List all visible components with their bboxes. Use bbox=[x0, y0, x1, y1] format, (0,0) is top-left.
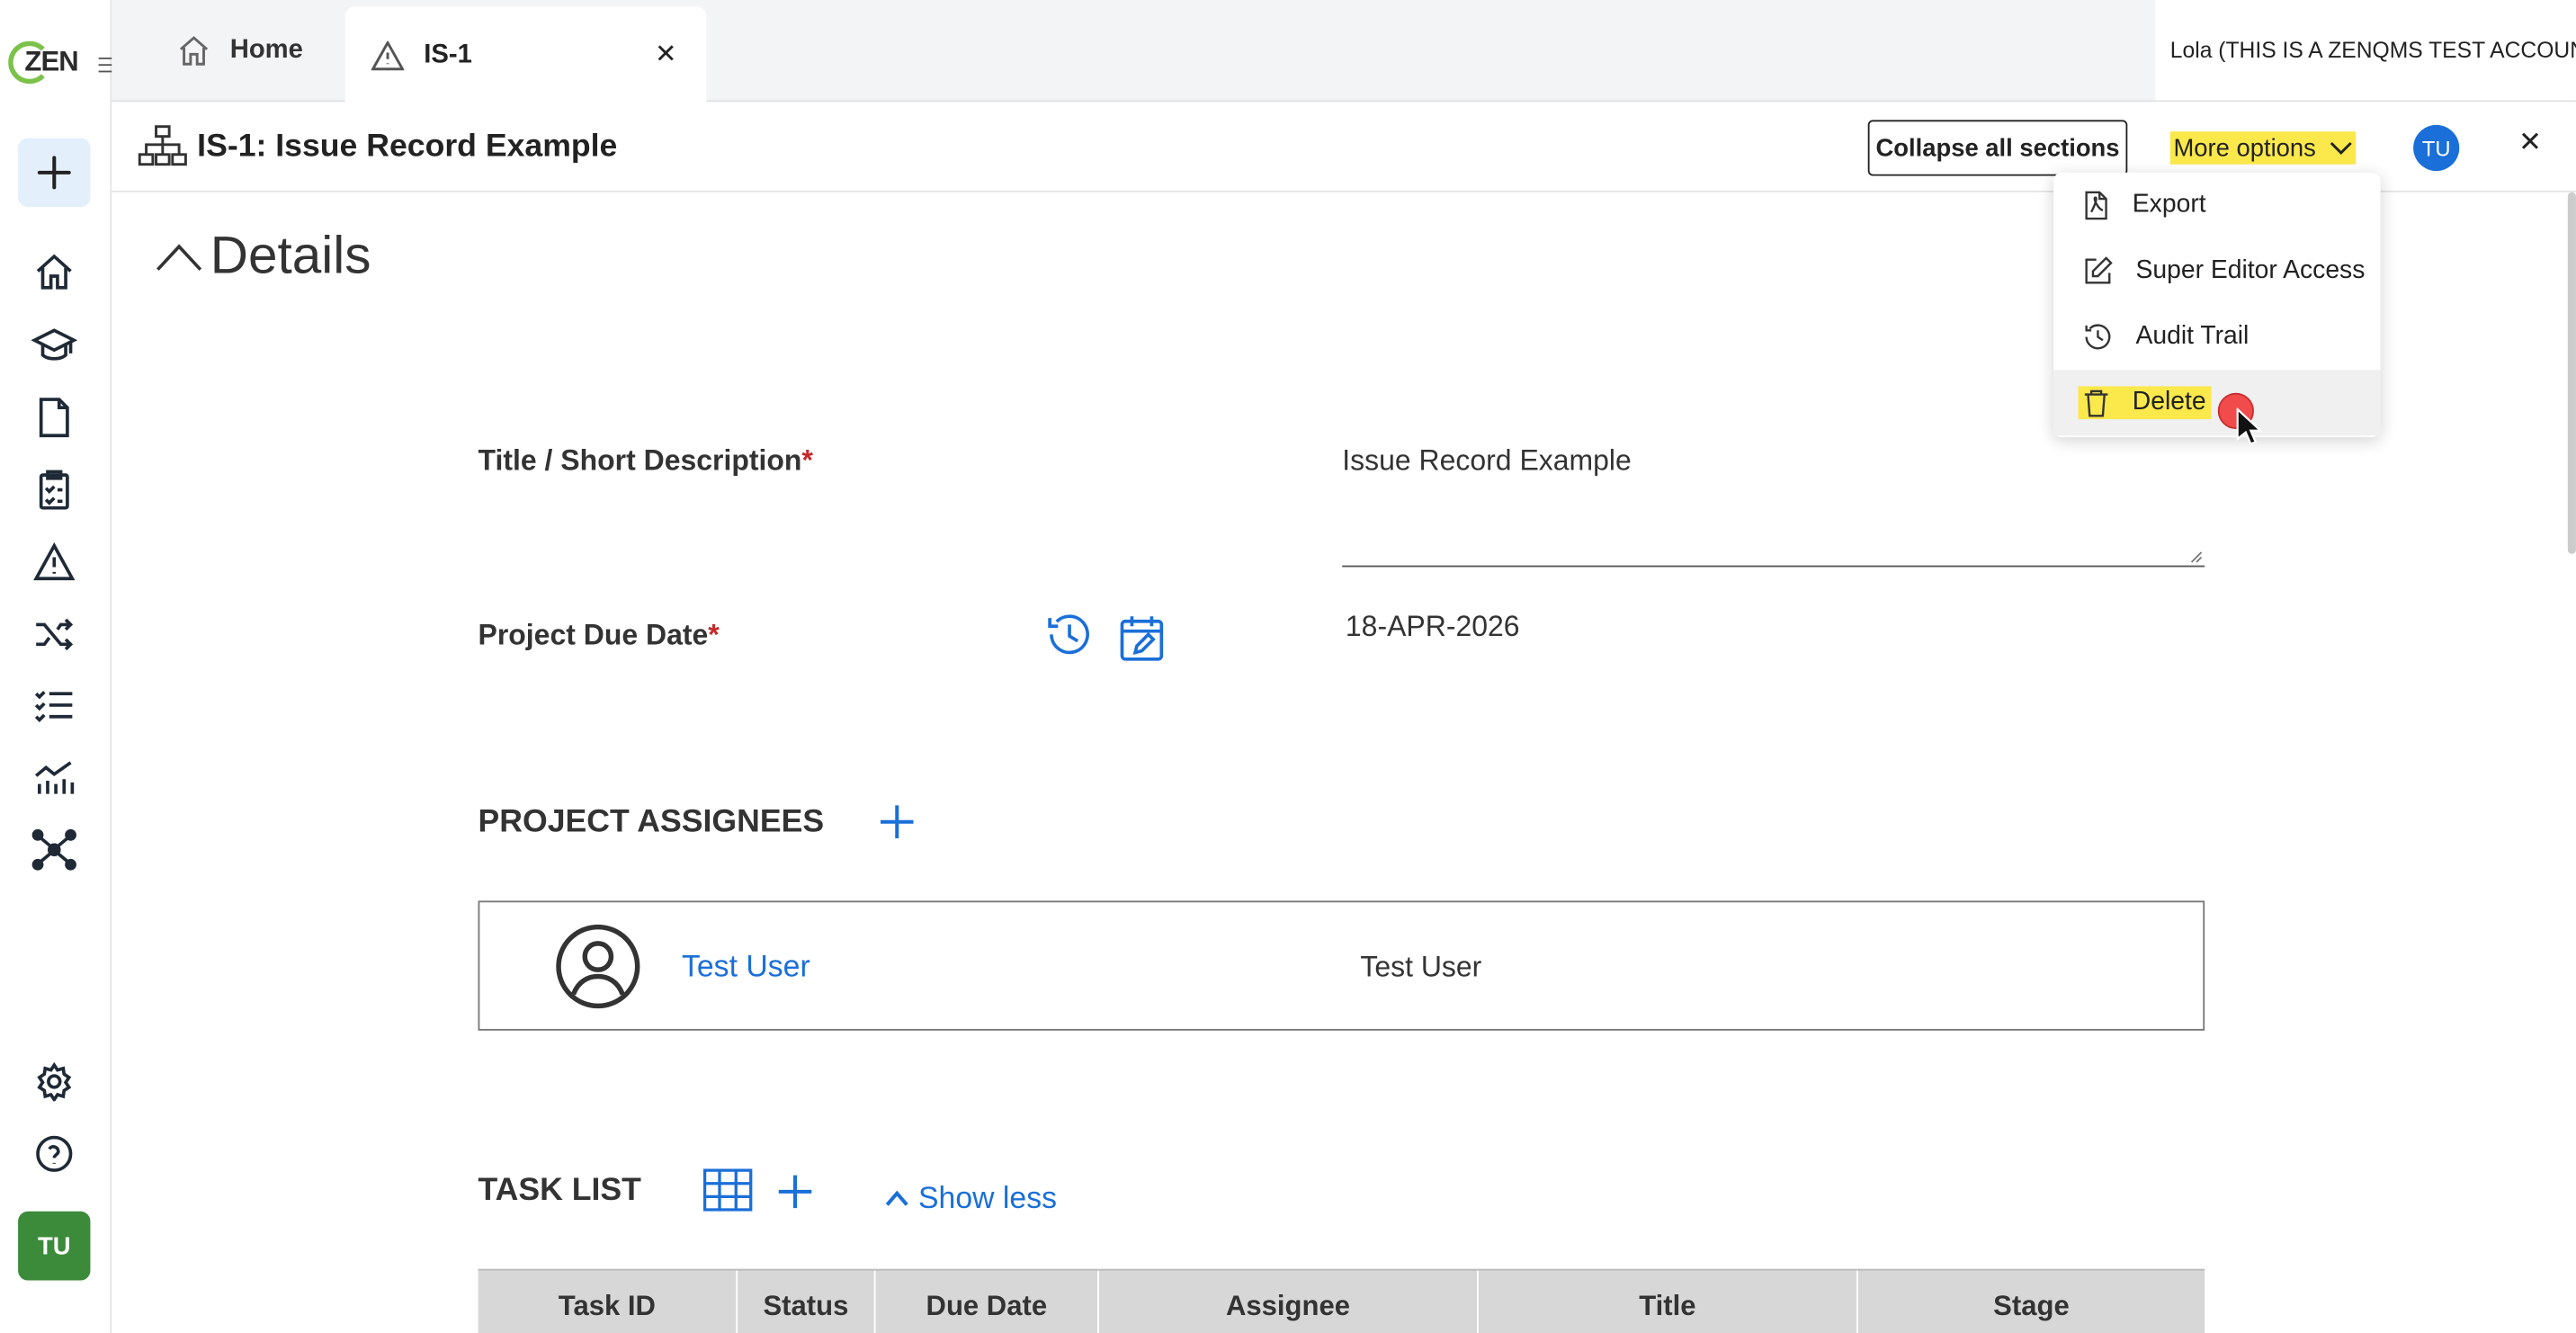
zen-logo[interactable]: ZEN bbox=[8, 40, 79, 89]
warning-icon bbox=[33, 542, 76, 581]
add-task-icon[interactable] bbox=[775, 1172, 815, 1212]
chart-icon bbox=[35, 761, 75, 794]
shuffle-icon bbox=[36, 618, 74, 651]
sidebar-item-reports[interactable] bbox=[31, 755, 77, 801]
sidebar-item-issues[interactable] bbox=[31, 539, 77, 585]
account-label: Lola (THIS IS A ZENQMS TEST ACCOUNT) bbox=[2155, 0, 2576, 103]
chevron-down-icon bbox=[2330, 141, 2352, 156]
close-tab-icon[interactable]: ✕ bbox=[655, 38, 676, 71]
edit-calendar-icon[interactable] bbox=[1119, 613, 1165, 663]
tab-home[interactable]: Home bbox=[177, 26, 303, 76]
sidebar-item-training[interactable] bbox=[31, 322, 77, 368]
add-assignee-icon[interactable] bbox=[877, 802, 917, 842]
sidebar-item-checklists[interactable] bbox=[31, 467, 77, 513]
help-icon bbox=[36, 1135, 73, 1172]
resize-handle-icon[interactable] bbox=[2190, 550, 2204, 564]
show-less-button[interactable]: Show less bbox=[885, 1180, 1057, 1216]
content-scrollbar[interactable] bbox=[2567, 192, 2576, 554]
column-header-task-id[interactable]: Task ID bbox=[479, 1270, 738, 1333]
column-header-status[interactable]: Status bbox=[738, 1270, 876, 1333]
column-header-title[interactable]: Title bbox=[1479, 1270, 1858, 1333]
title-textarea[interactable]: Issue Record Example bbox=[1342, 424, 2205, 568]
plus-icon bbox=[37, 156, 71, 190]
chevron-up-icon bbox=[157, 243, 202, 271]
user-circle-icon bbox=[556, 924, 640, 1009]
show-less-label: Show less bbox=[918, 1180, 1058, 1215]
checklist-icon bbox=[34, 691, 73, 722]
menu-item-audit-trail-label: Audit Trail bbox=[2135, 322, 2250, 351]
history-icon bbox=[2085, 324, 2111, 350]
assignee-link[interactable]: Test User bbox=[682, 948, 810, 984]
close-record-icon[interactable]: ✕ bbox=[2518, 127, 2542, 160]
assignee-name: Test User bbox=[1360, 950, 1482, 983]
more-options-menu: Export Super Editor Access Audit Trail D… bbox=[2053, 172, 2381, 438]
sidebar-item-settings[interactable] bbox=[31, 1059, 77, 1105]
menu-item-export-label: Export bbox=[2132, 190, 2206, 219]
document-icon bbox=[39, 398, 69, 438]
pdf-file-icon bbox=[2085, 191, 2107, 220]
menu-item-super-editor-access[interactable]: Super Editor Access bbox=[2053, 238, 2380, 304]
menu-item-export[interactable]: Export bbox=[2053, 173, 2380, 238]
menu-item-delete[interactable]: Delete bbox=[2053, 370, 2381, 436]
trash-icon bbox=[2084, 389, 2108, 417]
due-date-field-label: Project Due Date* bbox=[478, 618, 720, 651]
warning-icon bbox=[371, 40, 405, 70]
menu-item-super-editor-label: Super Editor Access bbox=[2135, 256, 2366, 285]
mouse-cursor-icon bbox=[2236, 407, 2263, 445]
history-icon[interactable] bbox=[1045, 610, 1095, 659]
column-header-due-date[interactable]: Due Date bbox=[876, 1270, 1099, 1333]
more-options-button[interactable]: More options bbox=[2169, 131, 2356, 165]
hierarchy-icon[interactable] bbox=[138, 125, 187, 168]
home-icon bbox=[179, 36, 209, 66]
table-view-icon[interactable] bbox=[702, 1168, 753, 1212]
clipboard-check-icon bbox=[39, 470, 69, 510]
page-title: IS-1: Issue Record Example bbox=[197, 128, 618, 165]
create-new-button[interactable] bbox=[18, 138, 91, 208]
sidebar-item-tasks[interactable] bbox=[31, 682, 77, 728]
due-date-value[interactable]: 18-APR-2026 bbox=[1346, 610, 1520, 644]
details-section-toggle[interactable]: Details bbox=[155, 225, 371, 286]
sidebar-item-network[interactable] bbox=[31, 827, 77, 872]
assignee-row: Test User Test User bbox=[478, 900, 2205, 1031]
details-heading: Details bbox=[210, 225, 371, 285]
task-table-header: Task ID Status Due Date Assignee Title S… bbox=[478, 1268, 2205, 1333]
gear-icon bbox=[37, 1061, 72, 1102]
tab-bar: Home IS-1 ✕ bbox=[112, 0, 2156, 104]
title-value: Issue Record Example bbox=[1342, 443, 1632, 477]
title-field-label: Title / Short Description* bbox=[478, 443, 813, 477]
left-sidebar: ZEN TU bbox=[0, 0, 117, 1333]
home-icon bbox=[36, 254, 72, 290]
menu-item-delete-label: Delete bbox=[2132, 388, 2206, 416]
column-header-assignee[interactable]: Assignee bbox=[1099, 1270, 1479, 1333]
sidebar-item-documents[interactable] bbox=[31, 395, 77, 441]
tab-is-1[interactable]: IS-1 ✕ bbox=[344, 6, 707, 104]
task-list-heading: TASK LIST bbox=[478, 1171, 641, 1209]
tab-home-label: Home bbox=[229, 36, 303, 65]
menu-item-audit-trail[interactable]: Audit Trail bbox=[2053, 304, 2380, 370]
project-assignees-heading: PROJECT ASSIGNEES bbox=[478, 803, 825, 840]
tab-is-1-label: IS-1 bbox=[424, 40, 472, 68]
collapse-all-sections-button[interactable]: Collapse all sections bbox=[1867, 120, 2128, 176]
sidebar-item-changes[interactable] bbox=[31, 612, 77, 658]
more-options-label: More options bbox=[2173, 133, 2316, 162]
graduation-cap-icon bbox=[31, 328, 77, 361]
edit-icon bbox=[2085, 256, 2113, 284]
sidebar-item-help[interactable] bbox=[31, 1131, 77, 1176]
sidebar-item-home[interactable] bbox=[31, 250, 77, 296]
user-badge[interactable]: TU bbox=[2413, 124, 2460, 172]
column-header-stage[interactable]: Stage bbox=[1858, 1271, 2205, 1333]
network-icon bbox=[31, 828, 76, 871]
user-avatar[interactable]: TU bbox=[18, 1211, 91, 1281]
chevron-up-icon bbox=[885, 1190, 908, 1206]
